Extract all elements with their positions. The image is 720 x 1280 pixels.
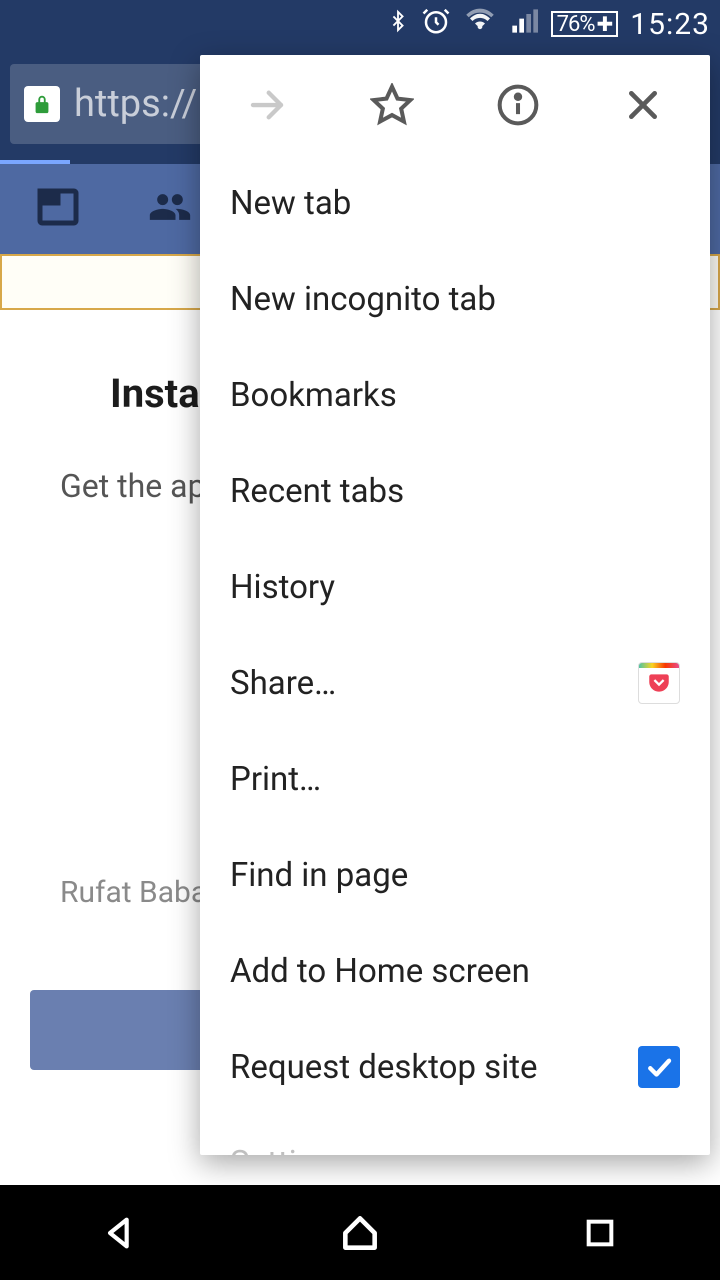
menu-item-add-to-home-screen[interactable]: Add to Home screen [200, 923, 710, 1019]
page-info-button[interactable] [483, 70, 553, 140]
menu-item-settings[interactable]: Settings [200, 1115, 710, 1155]
menu-item-bookmarks[interactable]: Bookmarks [200, 347, 710, 443]
battery-percent: 76% [557, 12, 595, 37]
status-bar: 76% ✚ 15:23 [0, 0, 720, 48]
friends-tab-icon[interactable] [142, 185, 198, 233]
menu-item-label: Request desktop site [230, 1048, 538, 1087]
pocket-icon [638, 662, 680, 704]
menu-item-label: Settings [230, 1144, 351, 1156]
menu-item-label: New tab [230, 184, 351, 223]
menu-item-label: Print… [230, 760, 321, 799]
menu-item-history[interactable]: History [200, 539, 710, 635]
home-button[interactable] [325, 1198, 395, 1268]
menu-item-label: Bookmarks [230, 376, 397, 415]
back-button[interactable] [85, 1198, 155, 1268]
menu-item-new-tab[interactable]: New tab [200, 155, 710, 251]
lock-icon [24, 86, 60, 122]
menu-item-label: New incognito tab [230, 280, 496, 319]
url-text: https:// [74, 82, 197, 126]
menu-item-print[interactable]: Print… [200, 731, 710, 827]
alarm-icon [421, 6, 451, 43]
browser-overflow-menu: New tab New incognito tab Bookmarks Rece… [200, 55, 710, 1155]
bookmark-star-button[interactable] [357, 70, 427, 140]
bluetooth-icon [387, 6, 409, 43]
menu-item-request-desktop-site[interactable]: Request desktop site [200, 1019, 710, 1115]
menu-item-label: Share… [230, 664, 336, 703]
signal-icon [509, 7, 539, 42]
menu-item-new-incognito-tab[interactable]: New incognito tab [200, 251, 710, 347]
battery-indicator: 76% ✚ [551, 11, 619, 37]
forward-button[interactable] [232, 70, 302, 140]
recents-button[interactable] [565, 1198, 635, 1268]
menu-item-label: Recent tabs [230, 472, 404, 511]
menu-item-find-in-page[interactable]: Find in page [200, 827, 710, 923]
menu-item-label: Find in page [230, 856, 408, 895]
menu-item-share[interactable]: Share… [200, 635, 710, 731]
wifi-icon [463, 6, 497, 43]
menu-item-label: Add to Home screen [230, 952, 530, 991]
feed-tab-icon[interactable] [34, 183, 82, 235]
menu-item-label: History [230, 568, 335, 607]
menu-item-recent-tabs[interactable]: Recent tabs [200, 443, 710, 539]
battery-plus-icon: ✚ [597, 12, 613, 36]
desktop-site-checkbox[interactable] [638, 1046, 680, 1088]
clock-time: 15:23 [630, 7, 710, 42]
menu-icon-row [200, 55, 710, 155]
android-nav-bar [0, 1185, 720, 1280]
close-menu-button[interactable] [608, 70, 678, 140]
